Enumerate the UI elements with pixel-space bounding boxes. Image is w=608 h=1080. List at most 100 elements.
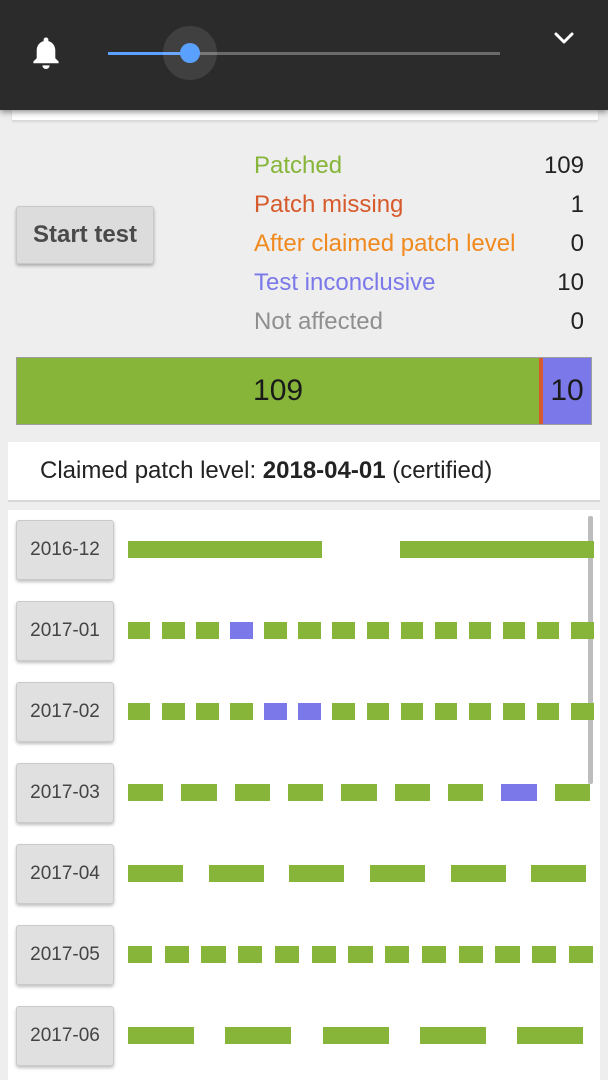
test-mark-patched[interactable]: [531, 865, 587, 882]
patch-month-list[interactable]: 2016-12 2017-01 2017-02 2017-03 2017-04 2017-…: [8, 510, 600, 1080]
test-mark-patched[interactable]: [298, 622, 321, 639]
test-mark-patched[interactable]: [332, 622, 355, 639]
test-mark-patched[interactable]: [450, 865, 506, 882]
test-mark-patched[interactable]: [517, 1027, 584, 1044]
test-mark-patched[interactable]: [495, 946, 520, 963]
test-result-marks: [128, 1027, 600, 1044]
test-mark-patched[interactable]: [434, 622, 458, 639]
legend-label: Test inconclusive: [254, 268, 436, 296]
test-mark-patched[interactable]: [128, 865, 183, 882]
test-mark-patched[interactable]: [238, 946, 263, 963]
test-mark-patched[interactable]: [421, 946, 447, 963]
test-mark-patched[interactable]: [289, 865, 345, 882]
test-mark-patched[interactable]: [468, 622, 492, 639]
test-mark-patched[interactable]: [385, 946, 410, 963]
test-result-marks: [128, 703, 600, 720]
test-mark-patched[interactable]: [128, 541, 322, 558]
month-button-2016-12[interactable]: 2016-12: [16, 520, 114, 580]
test-mark-patched[interactable]: [181, 784, 217, 801]
test-mark-patched[interactable]: [225, 1027, 292, 1044]
test-mark-patched[interactable]: [571, 622, 594, 639]
test-mark-patched[interactable]: [458, 946, 483, 963]
test-mark-patched[interactable]: [332, 703, 355, 720]
test-mark-patched[interactable]: [400, 622, 424, 639]
claimed-prefix: Claimed patch level:: [40, 457, 263, 484]
test-mark-inconclusive[interactable]: [230, 622, 253, 639]
summary-bar: 109 10: [16, 357, 592, 425]
test-mark-patched[interactable]: [394, 784, 430, 801]
month-button-2017-01[interactable]: 2017-01: [16, 601, 114, 661]
test-mark-patched[interactable]: [162, 622, 185, 639]
summary-segment-inconclusive: 10: [543, 358, 591, 424]
test-mark-patched[interactable]: [366, 622, 390, 639]
test-mark-patched[interactable]: [128, 1027, 195, 1044]
test-mark-patched[interactable]: [400, 541, 594, 558]
test-mark-patched[interactable]: [311, 946, 336, 963]
test-mark-patched[interactable]: [419, 1027, 487, 1044]
test-mark-patched[interactable]: [366, 703, 390, 720]
test-mark-patched[interactable]: [128, 622, 151, 639]
chevron-down-icon[interactable]: [552, 28, 576, 48]
test-mark-patched[interactable]: [196, 703, 219, 720]
test-mark-patched[interactable]: [536, 622, 560, 639]
test-mark-patched[interactable]: [571, 703, 594, 720]
test-mark-patched[interactable]: [201, 946, 226, 963]
volume-slider-thumb[interactable]: [180, 43, 201, 63]
test-mark-patched[interactable]: [234, 784, 270, 801]
test-mark-patched[interactable]: [554, 784, 590, 801]
legend-count: 0: [570, 229, 584, 257]
summary-segment-patched: 109: [17, 358, 540, 424]
test-mark-patched[interactable]: [164, 946, 189, 963]
test-mark-patched[interactable]: [448, 784, 484, 801]
test-mark-inconclusive[interactable]: [501, 784, 537, 801]
month-button-2017-05[interactable]: 2017-05: [16, 925, 114, 985]
test-mark-patched[interactable]: [128, 946, 153, 963]
patch-month-row: 2017-06: [8, 1006, 600, 1066]
test-mark-patched[interactable]: [322, 1027, 389, 1044]
test-mark-patched[interactable]: [348, 946, 373, 963]
test-mark-inconclusive[interactable]: [264, 703, 287, 720]
patch-month-row: 2016-12: [8, 520, 600, 580]
test-mark-patched[interactable]: [400, 703, 424, 720]
claimed-suffix: (certified): [385, 457, 493, 484]
test-mark-patched[interactable]: [532, 946, 557, 963]
result-legend: Patched 109 Patch missing 1 After claimed pa…: [254, 146, 584, 341]
test-mark-patched[interactable]: [434, 703, 458, 720]
test-mark-patched[interactable]: [536, 703, 560, 720]
bell-icon[interactable]: [28, 34, 64, 74]
test-mark-inconclusive[interactable]: [298, 703, 321, 720]
volume-panel: [0, 0, 608, 110]
test-mark-patched[interactable]: [502, 703, 526, 720]
test-mark-patched[interactable]: [370, 865, 425, 882]
claimed-patch-level: Claimed patch level: 2018-04-01 (certifi…: [8, 442, 600, 502]
patch-month-row: 2017-05: [8, 925, 600, 985]
test-mark-patched[interactable]: [264, 622, 287, 639]
test-mark-patched[interactable]: [468, 703, 492, 720]
month-button-2017-04[interactable]: 2017-04: [16, 844, 114, 904]
legend-count: 109: [543, 151, 584, 179]
legend-row-after-claimed-patch-level: After claimed patch level 0: [254, 224, 584, 263]
test-mark-patched[interactable]: [128, 784, 164, 801]
app-bar-edge: [12, 110, 598, 120]
test-mark-patched[interactable]: [162, 703, 185, 720]
legend-row-patched: Patched 109: [254, 146, 584, 185]
volume-slider[interactable]: [108, 26, 500, 80]
test-mark-patched[interactable]: [230, 703, 253, 720]
patch-month-row: 2017-02: [8, 682, 600, 742]
month-button-2017-02[interactable]: 2017-02: [16, 682, 114, 742]
month-button-2017-03[interactable]: 2017-03: [16, 763, 114, 823]
month-button-2017-06[interactable]: 2017-06: [16, 1006, 114, 1066]
test-mark-patched[interactable]: [208, 865, 264, 882]
test-mark-patched[interactable]: [288, 784, 324, 801]
test-result-marks: [128, 541, 600, 558]
legend-count: 1: [570, 190, 584, 218]
test-mark-patched[interactable]: [274, 946, 300, 963]
legend-count: 0: [570, 307, 584, 335]
test-mark-patched[interactable]: [502, 622, 526, 639]
test-mark-patched[interactable]: [128, 703, 151, 720]
test-mark-patched[interactable]: [341, 784, 377, 801]
start-test-button[interactable]: Start test: [16, 206, 154, 264]
test-mark-patched[interactable]: [568, 946, 593, 963]
test-mark-patched[interactable]: [196, 622, 219, 639]
test-result-marks: [128, 784, 600, 801]
